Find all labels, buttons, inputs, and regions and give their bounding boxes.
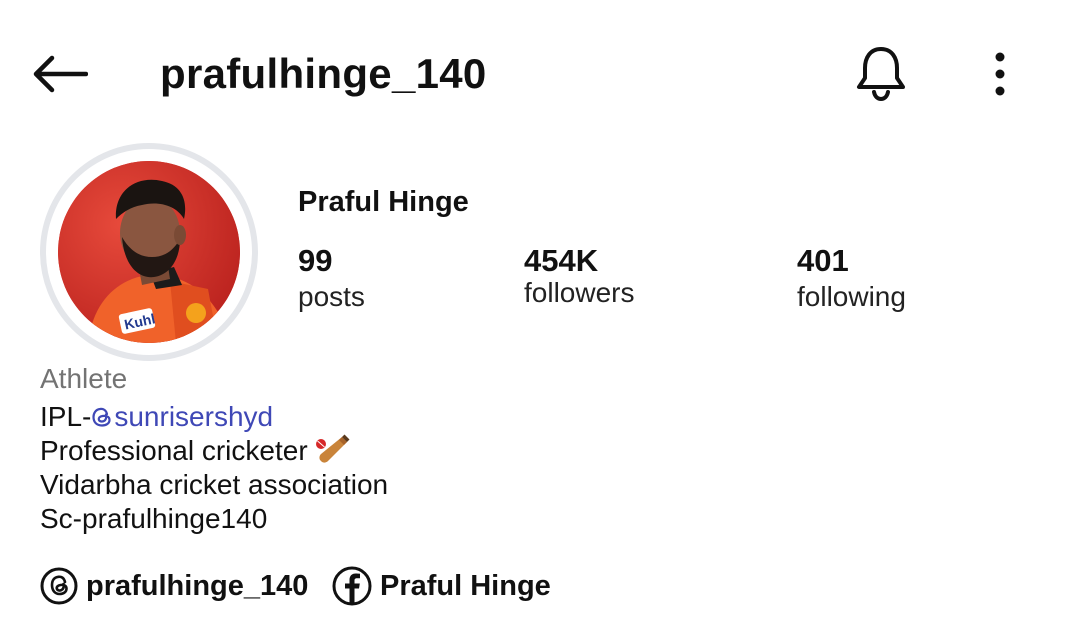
avatar[interactable]: Kuhl: [40, 143, 258, 361]
bell-icon: [857, 47, 905, 102]
posts-stat[interactable]: 99 posts: [298, 242, 365, 314]
facebook-link-label: Praful Hinge: [380, 570, 551, 602]
bio-line-snapchat: Sc-prafulhinge140: [40, 503, 268, 534]
facebook-icon: [332, 566, 372, 606]
more-options-button[interactable]: [978, 44, 1022, 104]
header-username: prafulhinge_140: [160, 50, 487, 97]
profile-display-name: Praful Hinge: [298, 186, 469, 218]
bio-line-ipl: IPL-sunrisershyd: [40, 400, 273, 434]
followers-label: followers: [524, 277, 635, 308]
bio-profession-text: Professional cricketer: [40, 435, 308, 466]
posts-label: posts: [298, 281, 365, 312]
profile-category: Athlete: [40, 363, 128, 394]
mention-handle: sunrisershyd: [114, 401, 274, 432]
followers-stat[interactable]: 454K followers: [524, 242, 634, 310]
arrow-left-icon: [33, 55, 88, 93]
profile-photo: Kuhl: [58, 161, 240, 343]
bio-ipl-prefix: IPL-: [40, 401, 92, 432]
more-vertical-icon: [995, 52, 1005, 96]
facebook-link[interactable]: Praful Hinge: [332, 562, 551, 610]
posts-count: 99: [298, 243, 333, 278]
notifications-button[interactable]: [850, 40, 912, 106]
cricket-bat-icon: [315, 434, 350, 463]
following-label: following: [797, 281, 906, 312]
threads-icon: [40, 567, 78, 605]
threads-link[interactable]: prafulhinge_140: [40, 562, 308, 610]
mention-link[interactable]: sunrisershyd: [91, 401, 273, 432]
bio-line-association: Vidarbha cricket association: [40, 469, 389, 500]
following-count: 401: [797, 243, 849, 278]
threads-link-label: prafulhinge_140: [86, 570, 309, 602]
threads-mention-icon: [92, 407, 111, 427]
bio-line-profession: Professional cricketer: [40, 434, 350, 468]
back-button[interactable]: [26, 44, 92, 104]
followers-count: 454K: [524, 243, 599, 278]
following-stat[interactable]: 401 following: [797, 242, 906, 314]
